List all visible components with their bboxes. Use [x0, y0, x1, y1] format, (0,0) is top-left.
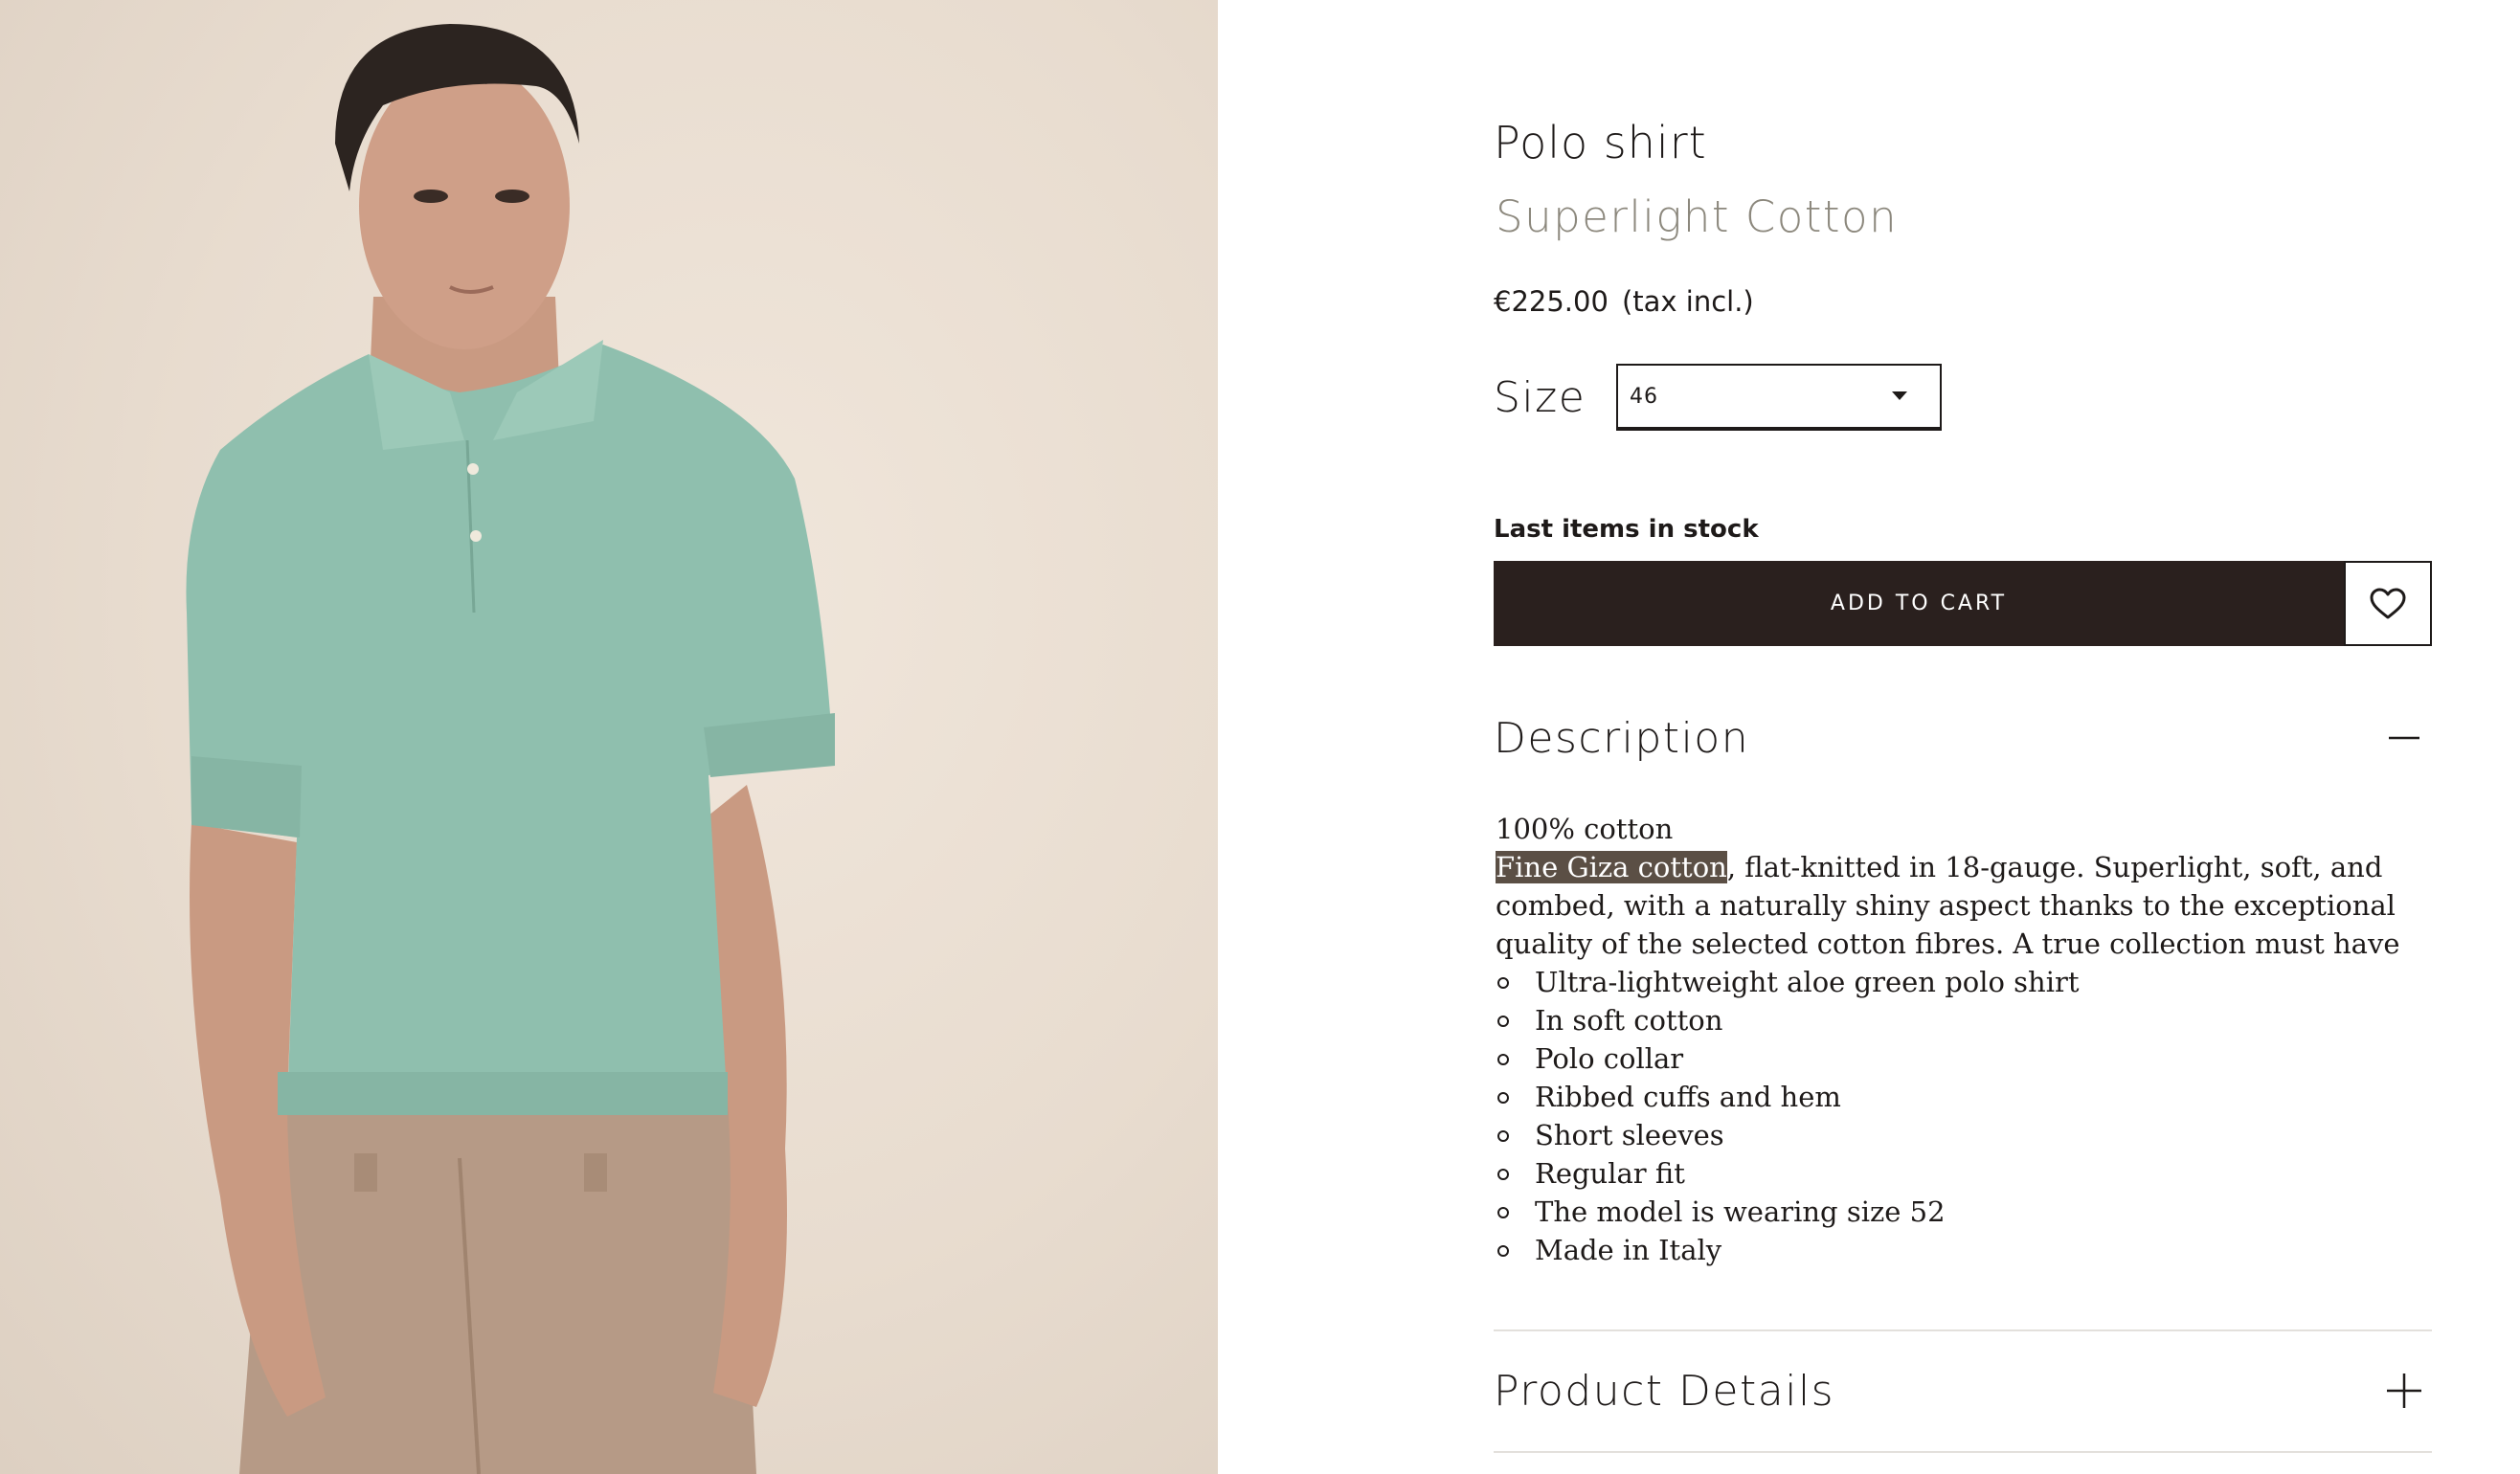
list-item: Ribbed cuffs and hem — [1496, 1078, 2434, 1116]
list-item: Ultra-lightweight aloe green polo shirt — [1496, 963, 2434, 1001]
list-item: Regular fit — [1496, 1154, 2434, 1193]
cart-actions: ADD TO CART — [1494, 561, 2432, 646]
stock-status: Last items in stock — [1494, 515, 1759, 544]
composition: 100% cotton — [1496, 813, 1674, 845]
size-row: Size 46 — [1494, 364, 1942, 431]
wishlist-button[interactable] — [2344, 561, 2432, 646]
chevron-down-icon — [1892, 391, 1907, 400]
divider — [1494, 1329, 2432, 1331]
list-item: The model is wearing size 52 — [1496, 1193, 2434, 1231]
list-item: Short sleeves — [1496, 1116, 2434, 1154]
description-toggle[interactable]: Description — [1494, 704, 2432, 771]
list-item: Made in Italy — [1496, 1231, 2434, 1269]
description-paragraph: Fine Giza cotton, flat-knitted in 18-gau… — [1496, 848, 2434, 963]
list-item: Polo collar — [1496, 1039, 2434, 1078]
product-price: €225.00 — [1494, 285, 1609, 318]
product-details-toggle[interactable]: Product Details — [1494, 1357, 2432, 1424]
price-row: €225.00 (tax incl.) — [1494, 285, 1754, 318]
size-select-value: 46 — [1630, 384, 1658, 409]
minus-icon — [2389, 736, 2419, 740]
tax-note: (tax incl.) — [1621, 285, 1754, 318]
plus-icon — [2387, 1374, 2421, 1408]
divider — [1494, 1451, 2432, 1453]
description-heading: Description — [1494, 713, 1750, 763]
description-body: 100% cotton Fine Giza cotton, flat-knitt… — [1496, 810, 2434, 1269]
product-photo — [186, 24, 835, 1474]
highlighted-text: Fine Giza cotton — [1496, 851, 1727, 883]
add-to-cart-button[interactable]: ADD TO CART — [1494, 561, 2344, 646]
product-details-heading: Product Details — [1494, 1366, 1835, 1416]
product-title: Polo shirt — [1494, 117, 1707, 168]
size-label: Size — [1494, 372, 1586, 422]
product-image[interactable] — [0, 0, 1218, 1474]
list-item: In soft cotton — [1496, 1001, 2434, 1039]
feature-list: Ultra-lightweight aloe green polo shirt … — [1496, 963, 2434, 1269]
product-subtitle: Superlight Cotton — [1496, 191, 1899, 242]
size-select[interactable]: 46 — [1616, 364, 1942, 431]
heart-icon — [2370, 588, 2406, 618]
